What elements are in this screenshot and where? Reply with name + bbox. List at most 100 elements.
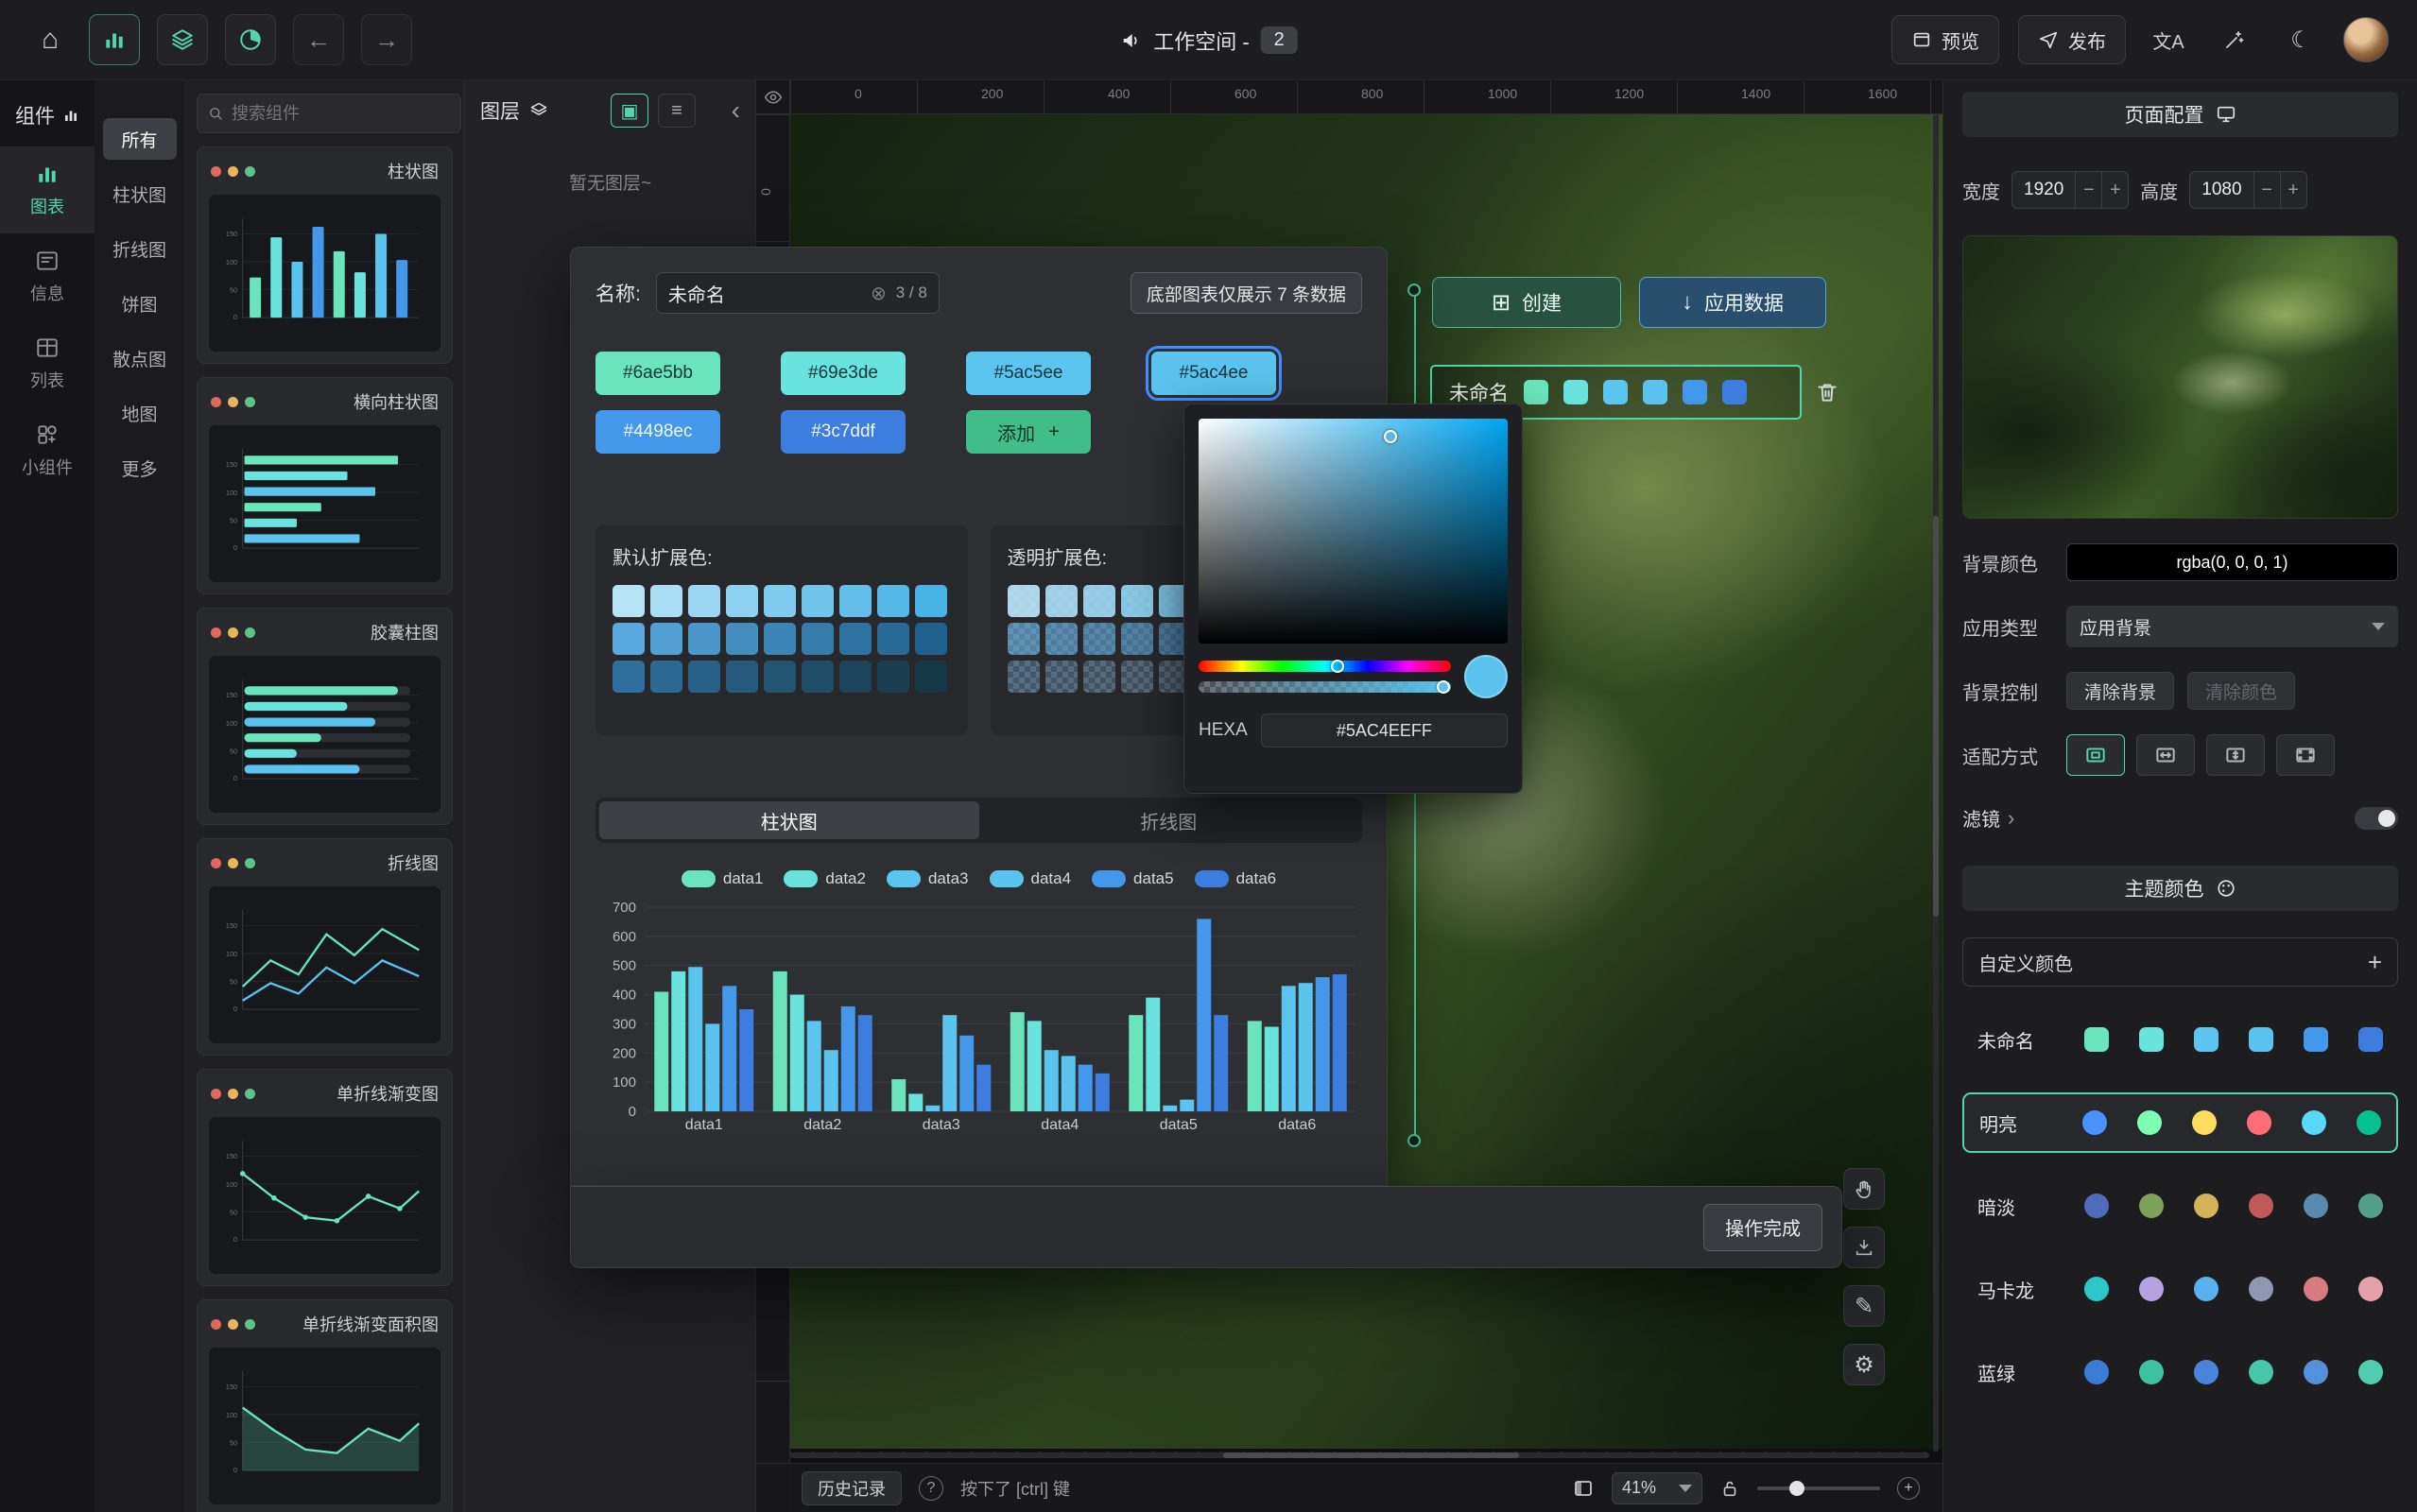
palette-swatch[interactable] (726, 661, 758, 693)
palette-swatch[interactable] (877, 661, 909, 693)
palette-swatch[interactable] (915, 585, 947, 617)
transparent-palette-swatch[interactable] (1121, 623, 1153, 655)
dark-mode-button[interactable]: ☾ (2277, 16, 2324, 63)
sidebar-item-widget[interactable]: 小组件 (0, 407, 95, 494)
palette-swatch[interactable] (839, 585, 872, 617)
legend-item[interactable]: data1 (682, 869, 764, 888)
sidebar-item-table[interactable]: 列表 (0, 320, 95, 407)
theme-row-option[interactable]: 未命名 (1962, 1009, 2398, 1070)
add-color-button[interactable]: 添加 + (966, 410, 1091, 454)
transparent-palette-swatch[interactable] (1083, 585, 1115, 617)
clear-color-button[interactable]: 清除颜色 (2187, 672, 2295, 710)
help-icon[interactable]: ? (919, 1476, 943, 1501)
tools-button[interactable] (2211, 16, 2258, 63)
palette-swatch[interactable] (650, 623, 682, 655)
legend-item[interactable]: data5 (1092, 869, 1174, 888)
height-decrease-button[interactable]: − (2253, 171, 2280, 209)
undo-button[interactable]: ← (293, 14, 344, 65)
component-card[interactable]: 横向柱状图150100500 (197, 377, 453, 594)
vertical-scrollbar[interactable] (1933, 114, 1939, 1452)
category-button[interactable]: 散点图 (103, 337, 177, 379)
layers-module-button[interactable] (157, 14, 208, 65)
download-button[interactable] (1843, 1227, 1885, 1268)
search-input[interactable] (232, 104, 451, 124)
component-card[interactable]: 单折线渐变面积图150100500 (197, 1299, 453, 1512)
home-button[interactable]: ⌂ (28, 18, 72, 61)
zoom-in-button[interactable]: + (1897, 1477, 1920, 1500)
saturation-cursor[interactable] (1384, 430, 1397, 443)
fit-height-button[interactable] (2206, 734, 2265, 776)
history-button[interactable]: 历史记录 (802, 1471, 902, 1505)
palette-swatch[interactable] (915, 661, 947, 693)
height-increase-button[interactable]: + (2280, 171, 2306, 209)
transparent-palette-swatch[interactable] (1008, 661, 1040, 693)
component-card[interactable]: 柱状图150100500 (197, 146, 453, 364)
language-button[interactable]: 文A (2145, 16, 2192, 63)
sidebar-item-chart[interactable]: 图表 (0, 146, 95, 233)
palette-swatch[interactable] (726, 585, 758, 617)
add-custom-color-icon[interactable]: + (2368, 948, 2382, 977)
note-button[interactable]: 底部图表仅展示 7 条数据 (1131, 272, 1362, 314)
palette-swatch[interactable] (802, 623, 834, 655)
palette-swatch[interactable] (764, 661, 796, 693)
fit-screen-button[interactable] (2066, 734, 2125, 776)
legend-item[interactable]: data3 (887, 869, 969, 888)
clear-background-button[interactable]: 清除背景 (2066, 672, 2174, 710)
background-image-preview[interactable] (1962, 235, 2398, 519)
tab-active[interactable]: 柱状图 (599, 801, 979, 839)
custom-color-row[interactable]: 自定义颜色 + (1962, 937, 2398, 987)
color-chip[interactable]: #6ae5bb (596, 352, 720, 395)
theme-row-option[interactable]: 蓝绿 (1962, 1342, 2398, 1402)
height-value[interactable]: 1080 (2190, 180, 2253, 200)
thumbnail-view-button[interactable]: ▣ (611, 94, 648, 128)
palette-swatch[interactable] (802, 585, 834, 617)
publish-button[interactable]: 发布 (2018, 15, 2126, 64)
palette-swatch[interactable] (802, 661, 834, 693)
zoom-slider-knob[interactable] (1789, 1481, 1804, 1496)
list-view-button[interactable]: ≡ (658, 94, 696, 128)
user-avatar[interactable] (2343, 17, 2389, 62)
horizontal-scrollbar[interactable] (790, 1452, 1929, 1458)
transparent-palette-swatch[interactable] (1045, 661, 1078, 693)
category-button[interactable]: 柱状图 (103, 173, 177, 215)
preview-button[interactable]: 预览 (1891, 15, 1999, 64)
palette-swatch[interactable] (726, 623, 758, 655)
palette-swatch[interactable] (613, 585, 645, 617)
sidebar-item-info[interactable]: 信息 (0, 233, 95, 320)
collapse-panel-button[interactable]: ‹ (732, 95, 740, 126)
tab-inactive[interactable]: 折线图 (979, 801, 1359, 839)
unlock-icon[interactable] (1719, 1478, 1740, 1499)
pie-module-button[interactable] (225, 14, 276, 65)
alpha-slider[interactable] (1199, 681, 1451, 693)
no-scale-button[interactable] (2276, 734, 2335, 776)
zoom-slider[interactable] (1757, 1486, 1880, 1490)
palette-swatch[interactable] (877, 585, 909, 617)
theme-color-button[interactable]: 主题颜色 (1962, 866, 2398, 911)
color-chip[interactable]: #4498ec (596, 410, 720, 454)
hue-slider[interactable] (1199, 661, 1451, 672)
color-chip[interactable]: #5ac4ee (1151, 352, 1276, 395)
color-chip[interactable]: #3c7ddf (781, 410, 906, 454)
page-config-title[interactable]: 页面配置 (1962, 92, 2398, 137)
legend-item[interactable]: data4 (990, 869, 1072, 888)
width-increase-button[interactable]: + (2101, 171, 2128, 209)
palette-swatch[interactable] (688, 623, 720, 655)
transparent-palette-swatch[interactable] (1045, 623, 1078, 655)
legend-item[interactable]: data6 (1195, 869, 1277, 888)
theme-row-option[interactable]: 暗淡 (1962, 1176, 2398, 1236)
chevron-right-icon[interactable]: › (2008, 806, 2014, 831)
category-button[interactable]: 折线图 (103, 228, 177, 269)
component-card[interactable]: 单折线渐变图150100500 (197, 1069, 453, 1286)
transparent-palette-swatch[interactable] (1008, 623, 1040, 655)
done-button[interactable]: 操作完成 (1703, 1204, 1822, 1251)
width-value[interactable]: 1920 (2012, 180, 2075, 200)
category-button[interactable]: 所有 (103, 118, 177, 160)
component-card[interactable]: 胶囊柱图150100500 (197, 608, 453, 825)
palette-swatch[interactable] (839, 623, 872, 655)
bg-color-swatch[interactable]: rgba(0, 0, 0, 1) (2066, 543, 2398, 581)
transparent-palette-swatch[interactable] (1121, 661, 1153, 693)
category-button[interactable]: 饼图 (103, 283, 177, 324)
charts-module-button[interactable] (89, 14, 140, 65)
eye-icon[interactable] (764, 88, 783, 107)
app-type-select[interactable]: 应用背景 (2066, 606, 2398, 647)
